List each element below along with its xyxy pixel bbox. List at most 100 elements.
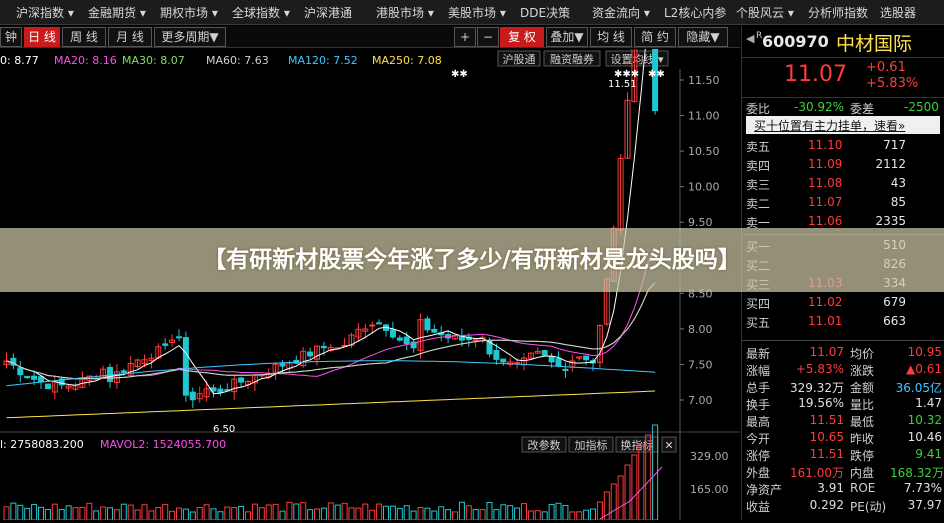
volume-bar-75 <box>521 503 527 521</box>
volume-bar-66 <box>458 501 465 521</box>
tool-button-6[interactable]: 隐藏▼ <box>678 27 728 47</box>
volume-bar-22 <box>155 506 162 521</box>
volume-bar-69 <box>479 509 486 521</box>
menu-item-6[interactable]: 美股市场 ▾ <box>448 4 506 22</box>
volume-bar-19 <box>134 509 141 521</box>
candle-body-25 <box>176 336 182 339</box>
tool-button-5[interactable]: 简 约 <box>634 27 676 47</box>
stat-v1-2: 329.32万 <box>790 381 844 395</box>
menu-item-9[interactable]: L2核心内参 <box>664 4 726 22</box>
volume-bar-42 <box>293 503 300 521</box>
candle-body-81 <box>562 368 569 371</box>
star-mark-2: ✱✱ <box>648 69 665 80</box>
stat-v1-3: 19.56% <box>798 396 844 410</box>
volume-bar-14 <box>100 506 107 521</box>
stat-v2-8: 7.73% <box>903 481 942 495</box>
stat-l1-3: 换手 <box>746 398 771 412</box>
candle-body-17 <box>120 370 127 373</box>
ma-legend-1: MA20: 8.16 <box>54 54 117 67</box>
tool-button-0[interactable]: + <box>454 27 476 47</box>
tool-button-3[interactable]: 叠加▼ <box>546 27 588 47</box>
stat-l2-2: 金额 <box>850 381 875 395</box>
volume-bar-33 <box>231 507 238 521</box>
volume-bar-51 <box>355 507 362 521</box>
overlay-banner: 【有研新材股票今年涨了多少/有研新材是龙头股吗】 <box>0 228 944 292</box>
period-button-3[interactable]: 月 线 <box>108 27 152 47</box>
stat-l1-9: 收益 <box>746 500 771 514</box>
volume-bar-7 <box>51 503 58 521</box>
candle-body-61 <box>424 318 431 331</box>
volume-bar-53 <box>369 509 376 521</box>
tool-button-2[interactable]: 复 权 <box>500 27 544 47</box>
menu-item-11[interactable]: 分析师指数 <box>808 4 868 22</box>
candle-body-6 <box>44 383 51 390</box>
volume-bar-57 <box>396 508 403 521</box>
vol-axis-label-0: 329.00 <box>690 450 729 463</box>
stat-l2-1: 涨跌 <box>850 364 875 378</box>
period-button-4[interactable]: 更多周期▼ <box>154 27 226 47</box>
menu-item-3[interactable]: 全球指数 ▾ <box>232 4 290 22</box>
volume-bar-5 <box>38 506 44 521</box>
stat-v2-1: ▲0.61 <box>906 362 942 376</box>
volume-bar-50 <box>348 507 355 521</box>
menu-item-5[interactable]: 港股市场 ▾ <box>376 4 434 22</box>
stat-l2-9: PE(动) <box>850 500 887 514</box>
ma-legend-2: MA30: 8.07 <box>122 54 185 67</box>
volume-bar-40 <box>279 510 286 521</box>
tool-button-1[interactable]: − <box>477 27 499 47</box>
volume-bar-36 <box>251 503 258 521</box>
volume-bar-56 <box>389 505 396 521</box>
volume-bar-49 <box>341 502 348 521</box>
volume-bar-21 <box>148 510 155 521</box>
volume-bar-2 <box>17 504 24 521</box>
stat-v1-7: 161.00万 <box>790 466 844 480</box>
volume-bar-85 <box>590 508 596 521</box>
stat-v2-6: 9.41 <box>915 447 942 461</box>
ma-line-5 <box>6 7 656 395</box>
candle-body-62 <box>431 328 438 333</box>
menu-item-0[interactable]: 沪深指数 ▾ <box>16 4 74 22</box>
menu-item-10[interactable]: 个股风云 ▾ <box>736 4 794 22</box>
price-label-3: 10.00 <box>688 181 720 194</box>
period-button-2[interactable]: 周 线 <box>62 27 106 47</box>
menu-item-8[interactable]: 资金流向 ▾ <box>592 4 650 22</box>
volume-bar-79 <box>548 504 555 521</box>
menu-item-4[interactable]: 沪深港通 <box>304 4 352 22</box>
candle-body-53 <box>369 324 376 327</box>
stat-v2-5: 10.46 <box>907 430 942 444</box>
candle-body-34 <box>238 377 245 383</box>
volume-bar-46 <box>320 507 327 521</box>
menu-item-12[interactable]: 选股器 <box>880 4 916 22</box>
menu-item-1[interactable]: 金融期货 ▾ <box>88 4 146 22</box>
candle-body-46 <box>320 345 327 349</box>
volume-bar-26 <box>182 508 189 521</box>
low-label: 6.50 <box>213 424 235 435</box>
volume-bar-45 <box>314 508 320 521</box>
period-button-0[interactable]: 钟 <box>0 27 22 47</box>
ma-line-250 <box>6 390 656 419</box>
stat-l2-4: 最低 <box>850 415 875 429</box>
stat-l1-5: 今开 <box>746 432 771 446</box>
price-label-9: 7.00 <box>688 394 713 407</box>
stat-v2-3: 1.47 <box>915 396 942 410</box>
volume-bar-9 <box>65 505 72 521</box>
candle-body-2 <box>17 367 24 376</box>
ma-legend-4: MA120: 7.52 <box>288 54 358 67</box>
volume-bar-80 <box>555 502 562 521</box>
volume-bar-90 <box>624 464 631 521</box>
volume-bar-38 <box>265 504 272 521</box>
stat-l1-0: 最新 <box>746 347 771 361</box>
stat-l1-8: 净资产 <box>746 483 783 497</box>
tool-button-4[interactable]: 均 线 <box>590 27 632 47</box>
volume-bar-1 <box>10 502 17 521</box>
candle-body-23 <box>162 343 169 346</box>
vol-button-0: 改参数 <box>528 438 561 452</box>
volume-bar-41 <box>286 501 293 521</box>
menu-item-2[interactable]: 期权市场 ▾ <box>160 4 218 22</box>
candle-body-31 <box>217 388 224 393</box>
volume-bar-67 <box>465 505 472 521</box>
menu-item-7[interactable]: DDE决策 <box>520 4 570 22</box>
volume-bar-20 <box>141 504 148 521</box>
period-button-1[interactable]: 日 线 <box>24 27 60 47</box>
stat-v1-9: 0.292 <box>809 498 844 512</box>
